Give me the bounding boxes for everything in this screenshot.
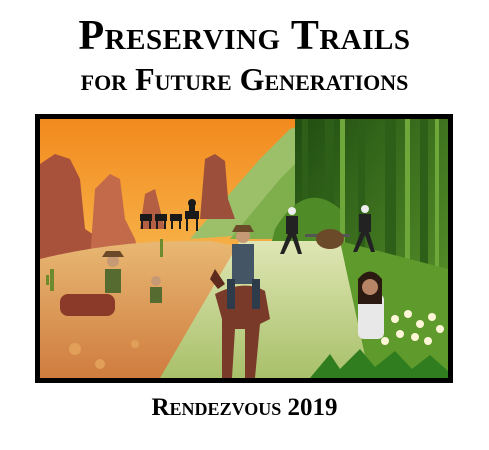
trail-illustration [35,114,453,383]
poster-title-line1: Preserving Trails [78,13,411,59]
poster-title-line2: for Future Generations [80,61,409,97]
girl-with-flowers [358,271,384,339]
poster-footer-event: Rendezvous 2019 [151,394,338,421]
